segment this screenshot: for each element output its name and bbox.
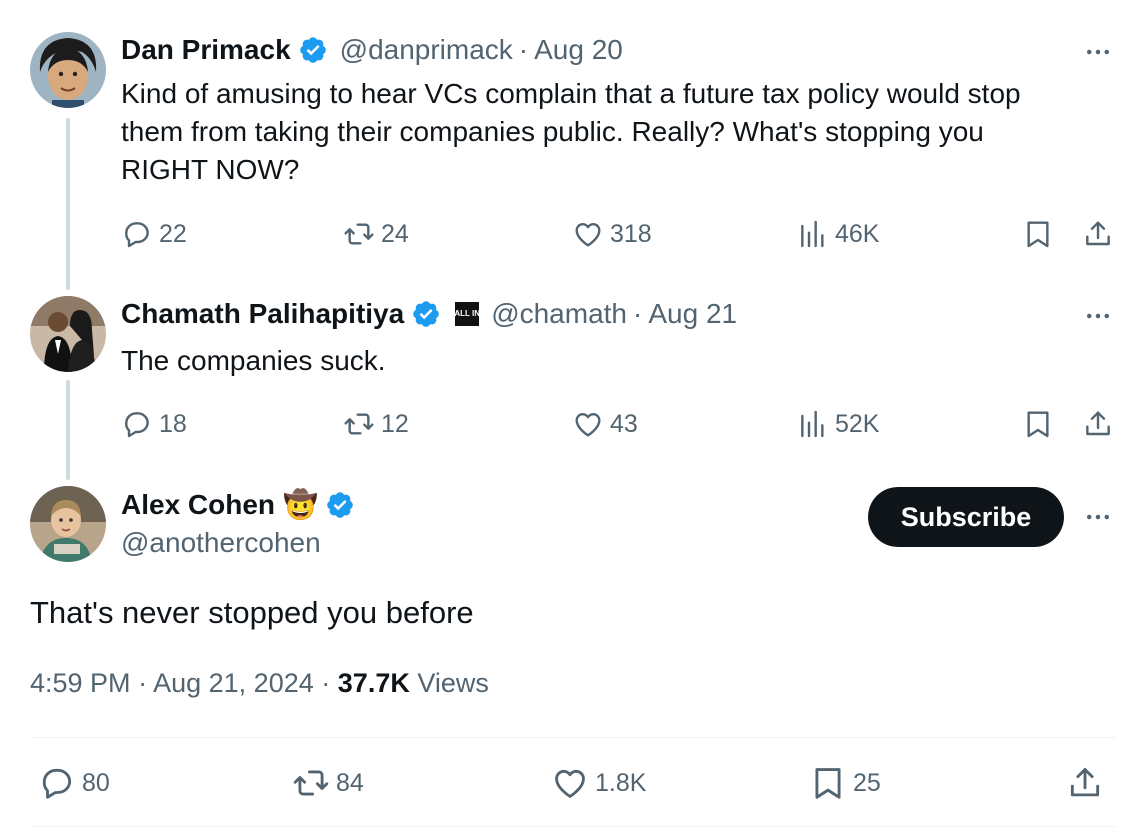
- reply-count: 22: [159, 219, 187, 248]
- author-handle-row: @anothercohen: [121, 527, 321, 559]
- bookmark-icon: [809, 764, 847, 802]
- views-icon: [797, 408, 829, 440]
- reply-button[interactable]: 22: [121, 218, 187, 250]
- avatar[interactable]: [30, 296, 106, 372]
- thread-line: [66, 380, 70, 480]
- repost-count: 84: [336, 768, 364, 797]
- views-button[interactable]: 52K: [797, 408, 879, 440]
- reply-button[interactable]: 80: [38, 764, 110, 802]
- thread-line: [66, 118, 70, 290]
- reply-icon: [38, 764, 76, 802]
- subscribe-button[interactable]: Subscribe: [868, 487, 1064, 547]
- share-icon[interactable]: [1066, 764, 1104, 802]
- verified-badge-icon: [325, 490, 355, 520]
- reply-button[interactable]: 18: [121, 408, 187, 440]
- repost-button[interactable]: 24: [343, 218, 409, 250]
- repost-button[interactable]: 12: [343, 408, 409, 440]
- more-icon[interactable]: [1083, 37, 1113, 67]
- tweet-text: The companies suck.: [121, 345, 386, 376]
- divider: [30, 826, 1115, 827]
- views-count: 52K: [835, 409, 880, 438]
- divider: [30, 737, 1115, 738]
- repost-icon: [343, 218, 375, 250]
- tweet-header: Dan Primack @danprimack · Aug 20: [121, 34, 623, 66]
- author-handle[interactable]: @anothercohen: [121, 527, 321, 559]
- views-button[interactable]: 46K: [797, 218, 879, 250]
- bookmark-button[interactable]: 25: [809, 764, 881, 802]
- tweet-date[interactable]: Aug 21, 2024: [153, 668, 314, 698]
- affiliate-badge[interactable]: ALL IN: [454, 302, 480, 326]
- share-icon[interactable]: [1082, 408, 1114, 440]
- author-name[interactable]: Chamath Palihapitiya: [121, 298, 404, 330]
- like-icon: [572, 408, 604, 440]
- share-icon[interactable]: [1082, 218, 1114, 250]
- like-button[interactable]: 318: [572, 218, 652, 250]
- author-name[interactable]: Dan Primack: [121, 34, 291, 66]
- tweet-meta: 4:59 PM · Aug 21, 2024 · 37.7K Views: [30, 668, 489, 699]
- tweet-header: Chamath Palihapitiya ALL IN @chamath · A…: [121, 298, 737, 330]
- separator: ·: [518, 34, 529, 65]
- views-count: 37.7K: [337, 668, 410, 698]
- separator: ·: [321, 668, 331, 698]
- reply-count: 18: [159, 409, 187, 438]
- reply-icon: [121, 408, 153, 440]
- tweet-date[interactable]: Aug 20: [534, 34, 623, 66]
- repost-count: 24: [381, 219, 409, 248]
- repost-count: 12: [381, 409, 409, 438]
- bookmark-count: 25: [853, 768, 881, 797]
- cowboy-emoji-icon: 🤠: [283, 489, 318, 520]
- more-icon[interactable]: [1083, 301, 1113, 331]
- tweet-time[interactable]: 4:59 PM: [30, 668, 131, 698]
- tweet-text-line: them from taking their companies public.…: [121, 116, 984, 147]
- like-count: 1.8K: [595, 768, 647, 797]
- author-handle[interactable]: @chamath: [491, 298, 627, 330]
- bookmark-icon[interactable]: [1022, 218, 1054, 250]
- repost-icon: [292, 764, 330, 802]
- tweet-text: That's never stopped you before: [30, 595, 474, 630]
- like-button[interactable]: 43: [572, 408, 638, 440]
- verified-badge-icon: [411, 299, 441, 329]
- views-icon: [797, 218, 829, 250]
- separator: ·: [633, 298, 643, 329]
- tweet-text: Kind of amusing to hear VCs complain tha…: [121, 75, 1101, 189]
- bookmark-icon[interactable]: [1022, 408, 1054, 440]
- like-icon: [551, 764, 589, 802]
- author-handle[interactable]: @danprimack: [340, 34, 513, 66]
- separator: ·: [138, 668, 148, 698]
- repost-icon: [343, 408, 375, 440]
- views-label: Views: [417, 668, 489, 698]
- like-button[interactable]: 1.8K: [551, 764, 646, 802]
- author-name-row: Alex Cohen 🤠: [121, 488, 355, 521]
- like-count: 43: [610, 409, 638, 438]
- like-icon: [572, 218, 604, 250]
- tweet-date[interactable]: Aug 21: [648, 298, 737, 330]
- author-name[interactable]: Alex Cohen: [121, 489, 275, 521]
- repost-button[interactable]: 84: [292, 764, 364, 802]
- reply-count: 80: [82, 768, 110, 797]
- avatar[interactable]: [30, 486, 106, 562]
- verified-badge-icon: [298, 35, 328, 65]
- reply-icon: [121, 218, 153, 250]
- more-icon[interactable]: [1083, 502, 1113, 532]
- avatar[interactable]: [30, 32, 106, 108]
- views-count: 46K: [835, 219, 880, 248]
- tweet-text-line: RIGHT NOW?: [121, 154, 300, 185]
- tweet-text-line: Kind of amusing to hear VCs complain tha…: [121, 78, 1021, 109]
- like-count: 318: [610, 219, 652, 248]
